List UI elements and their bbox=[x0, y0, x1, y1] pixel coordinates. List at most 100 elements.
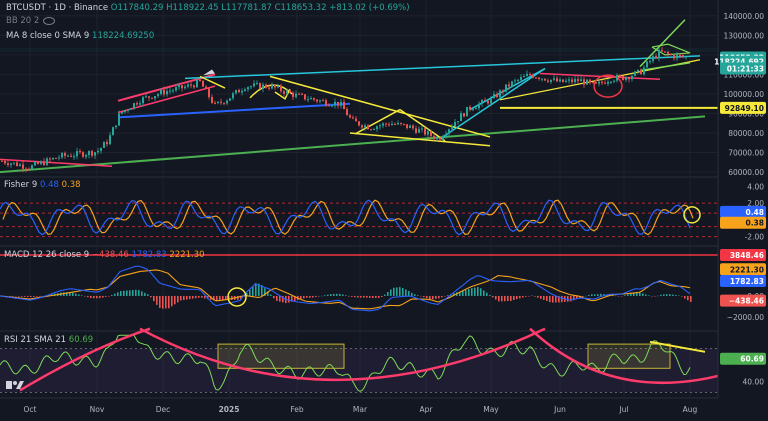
candle-body bbox=[388, 124, 390, 126]
candle-body bbox=[307, 99, 309, 101]
candle-body bbox=[616, 75, 618, 81]
ma-indicator-label[interactable]: MA 8 close 0 SMA 9 118224.69250 bbox=[6, 31, 154, 42]
rsi-box-1 bbox=[217, 343, 345, 369]
candle-body bbox=[460, 113, 462, 122]
macd-histogram-bar bbox=[396, 287, 398, 296]
price-tick-label: 80000.00 bbox=[728, 129, 764, 138]
candle-body bbox=[193, 85, 195, 88]
time-tick-label: Dec bbox=[156, 405, 171, 414]
rsi-label[interactable]: RSI 21 SMA 21 60.69 bbox=[4, 335, 93, 346]
macd-histogram-bar bbox=[102, 295, 104, 298]
macd-histogram-bar bbox=[336, 293, 338, 296]
macd-histogram-bar bbox=[546, 295, 548, 302]
fisher-line bbox=[0, 199, 691, 236]
candle-body bbox=[424, 128, 426, 135]
candle-body bbox=[220, 101, 222, 103]
candle-body bbox=[373, 129, 375, 131]
candle-body bbox=[598, 81, 600, 84]
macd-histogram-bar bbox=[567, 295, 569, 302]
candle-body bbox=[184, 86, 186, 89]
candle-body bbox=[649, 61, 651, 63]
macd-histogram-bar bbox=[186, 295, 188, 300]
cyan-rising-lower bbox=[439, 67, 546, 140]
macd-histogram-bar bbox=[444, 295, 446, 297]
candle-body bbox=[571, 79, 573, 83]
candle-body bbox=[439, 137, 441, 140]
macd-histogram-bar bbox=[21, 295, 23, 297]
candle-body bbox=[277, 85, 279, 88]
macd-histogram-bar bbox=[93, 295, 95, 299]
macd-histogram-bar bbox=[132, 290, 134, 296]
macd-histogram-bar bbox=[141, 291, 143, 296]
bb-indicator-label[interactable]: BB 20 2 bbox=[6, 16, 56, 27]
candle-body bbox=[247, 87, 249, 90]
time-tick-label: Feb bbox=[290, 405, 304, 414]
candle-body bbox=[457, 121, 459, 123]
candle-body bbox=[112, 127, 114, 136]
candle-body bbox=[541, 78, 543, 80]
candle-body bbox=[391, 123, 393, 126]
candle-body bbox=[82, 152, 84, 157]
candle-body bbox=[271, 84, 273, 89]
candle-body bbox=[508, 84, 510, 87]
candle-body bbox=[97, 150, 99, 153]
time-tick-label: Apr bbox=[420, 405, 434, 414]
candle-body bbox=[106, 142, 108, 145]
macd-histogram-bar bbox=[120, 291, 122, 296]
macd-histogram-bar bbox=[345, 295, 347, 296]
time-axis[interactable]: Oct Nov Dec 2025 Feb Mar Apr May Jun Jul Aug bbox=[0, 399, 768, 421]
candle-body bbox=[241, 90, 243, 93]
macd-histogram-bar bbox=[87, 295, 89, 298]
macd-histogram-bar bbox=[147, 294, 149, 296]
candle-body bbox=[586, 79, 588, 85]
macd-histogram-bar bbox=[423, 295, 425, 298]
macd-histogram-bar bbox=[684, 295, 686, 299]
candle-body bbox=[166, 91, 168, 95]
candle-body bbox=[298, 93, 300, 95]
macd-histogram-bar bbox=[159, 295, 161, 308]
candle-body bbox=[19, 164, 21, 167]
candle-body bbox=[343, 101, 345, 110]
fisher-label[interactable]: Fisher 9 0.48 0.38 bbox=[4, 180, 81, 191]
candle-body bbox=[175, 87, 177, 91]
fisher-tag-1: 0.38 bbox=[745, 219, 764, 228]
candle-body bbox=[295, 93, 297, 97]
trading-chart[interactable]: 140000.00130000.00120000.00110000.001000… bbox=[0, 0, 768, 421]
macd-histogram-bar bbox=[108, 295, 110, 297]
candle-body bbox=[484, 100, 486, 102]
macd-histogram-bar bbox=[618, 295, 620, 297]
candle-body bbox=[664, 51, 666, 53]
macd-histogram-bar bbox=[411, 292, 413, 296]
candle-body bbox=[160, 89, 162, 95]
time-tick-label: Aug bbox=[683, 405, 698, 414]
eye-icon[interactable] bbox=[43, 16, 56, 25]
macd-histogram-bar bbox=[192, 295, 194, 299]
macd-histogram-bar bbox=[522, 295, 524, 298]
candle-body bbox=[349, 115, 351, 118]
candle-body bbox=[286, 90, 288, 94]
macd-label[interactable]: MACD 12 26 close 9 −438.46 1782.83 2221.… bbox=[4, 250, 205, 261]
candle-body bbox=[79, 151, 81, 153]
price-axis[interactable]: 140000.00130000.00120000.00110000.001000… bbox=[714, 0, 768, 421]
candle-body bbox=[310, 98, 312, 100]
macd-histogram-bar bbox=[516, 295, 518, 300]
candle-body bbox=[667, 51, 669, 55]
fisher-tag-0: 0.48 bbox=[745, 208, 764, 217]
macd-histogram-bar bbox=[393, 287, 395, 296]
macd-histogram-bar bbox=[324, 295, 326, 296]
candle-body bbox=[127, 109, 129, 111]
macd-histogram-bar bbox=[129, 290, 131, 296]
fisher-value-2: 0.38 bbox=[61, 180, 81, 190]
candle-body bbox=[490, 98, 492, 104]
symbol-label[interactable]: BTCUSDT · 1D · Binance bbox=[6, 3, 108, 13]
candle-body bbox=[595, 82, 597, 84]
candle-body bbox=[190, 84, 192, 86]
macd-histogram-bar bbox=[561, 295, 563, 303]
candle-body bbox=[676, 54, 678, 59]
candle-body bbox=[4, 160, 6, 164]
candle-body bbox=[535, 77, 537, 79]
candle-body bbox=[550, 79, 552, 82]
candle-body bbox=[214, 102, 216, 104]
macd-histogram-bar bbox=[405, 289, 407, 296]
candle-body bbox=[244, 89, 246, 91]
